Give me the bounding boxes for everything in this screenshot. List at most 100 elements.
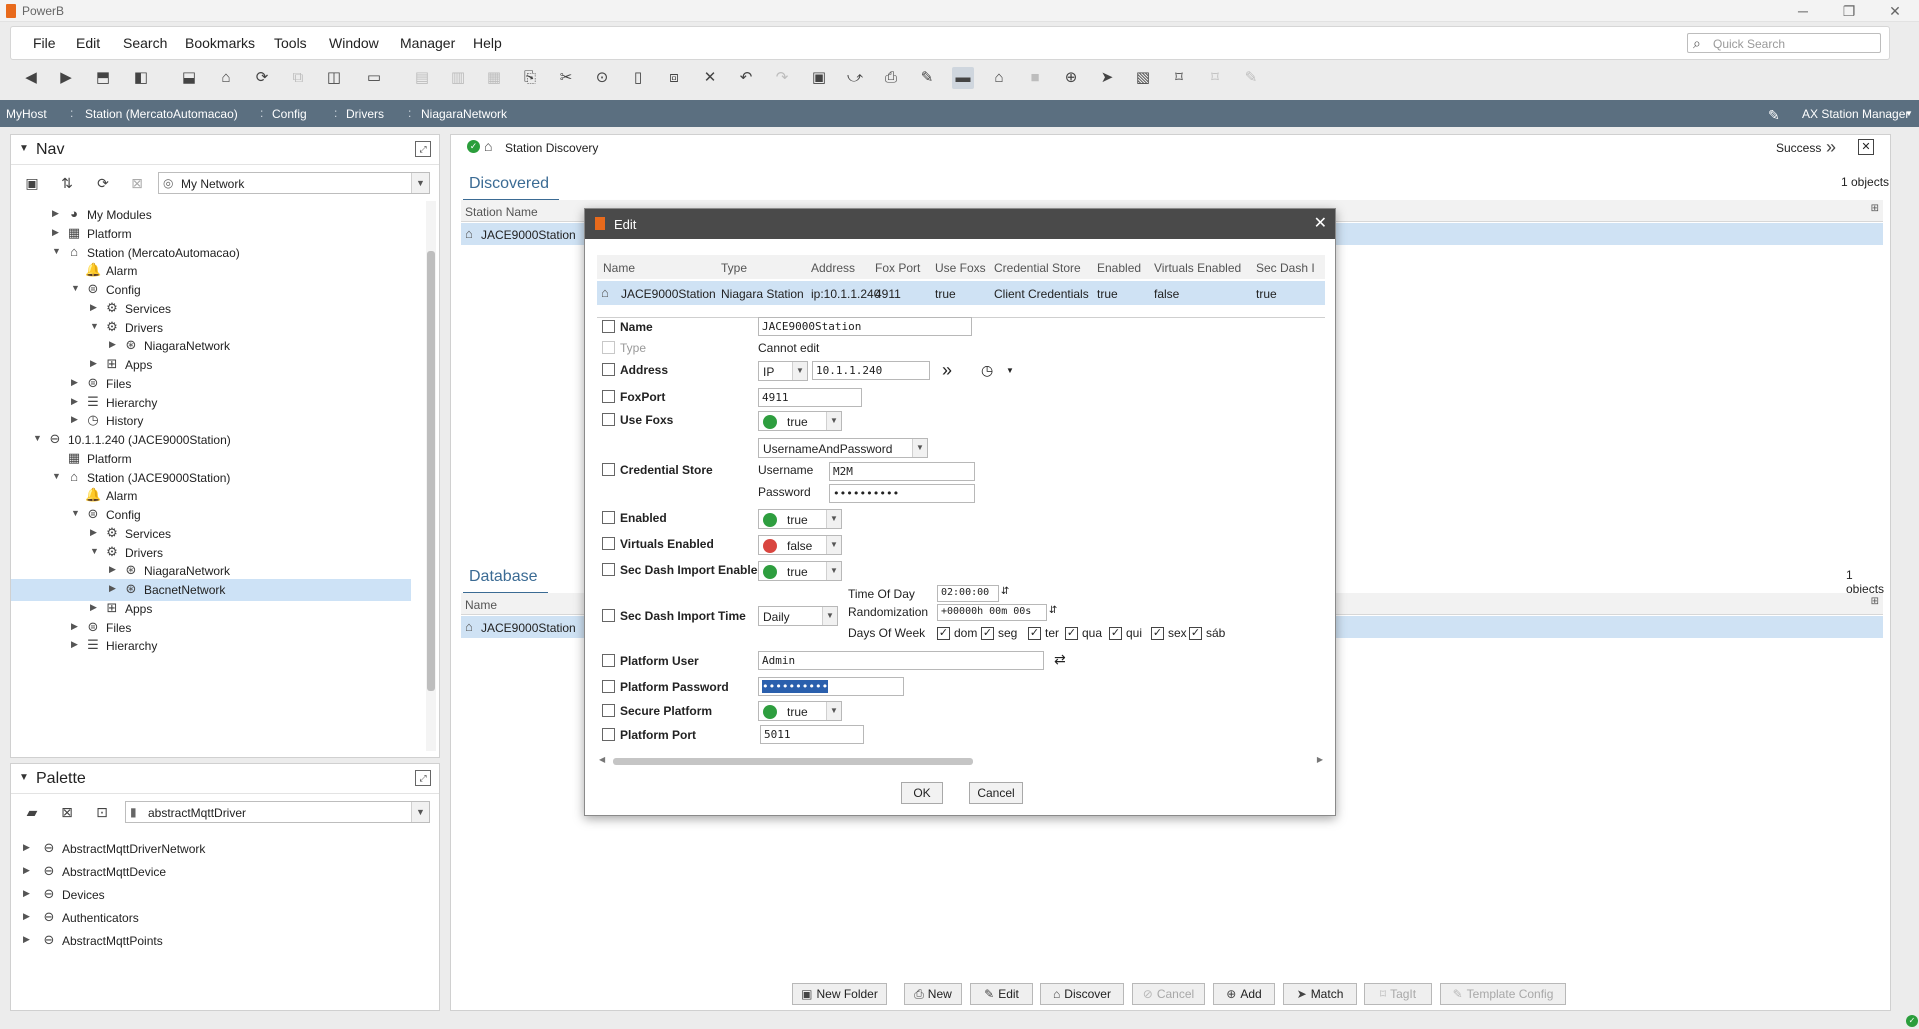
breadcrumb-item-host[interactable]: MyHost (6, 107, 47, 121)
tab-discovered[interactable]: Discovered (463, 169, 560, 201)
close-palette-icon[interactable]: ⊠ (58, 803, 76, 821)
expand-right-icon[interactable]: ▶ (23, 934, 33, 945)
paste-icon[interactable]: ▯ (627, 67, 649, 89)
menu-search[interactable]: Search (123, 35, 167, 51)
day-checkbox[interactable]: ✓ (981, 627, 994, 640)
duplicate-icon[interactable]: ⧈ (663, 67, 685, 89)
menu-help[interactable]: Help (473, 35, 502, 51)
menu-edit[interactable]: Edit (76, 35, 100, 51)
prop-checkbox[interactable] (602, 363, 615, 376)
column-fox-port[interactable]: Fox Port (875, 261, 920, 275)
expand-right-icon[interactable]: ▶ (23, 865, 33, 876)
chevron-down-icon[interactable]: ▼ (1905, 109, 1913, 118)
menu-file[interactable]: File (33, 35, 56, 51)
cancel-button[interactable]: Cancel (969, 782, 1023, 804)
export-icon[interactable]: ⎘ (519, 67, 541, 89)
expand-down-icon[interactable]: ▼ (71, 283, 81, 293)
chevron-down-icon[interactable]: ▼ (1006, 366, 1014, 375)
expand-right-icon[interactable]: ▶ (109, 583, 119, 594)
spinner-icon[interactable]: ⇵ (1049, 605, 1057, 616)
minimize-icon[interactable]: ─ (1788, 2, 1818, 20)
open-icon[interactable]: ▭ (363, 67, 385, 89)
forward-icon[interactable]: ▶ (55, 67, 77, 89)
panel-expand-icon[interactable]: ⤢ (415, 141, 431, 157)
home-icon[interactable]: ⌂ (215, 67, 237, 89)
password-field[interactable]: •••••••••• (829, 484, 975, 503)
prop-checkbox[interactable] (602, 390, 615, 403)
add-circle-icon[interactable]: ⊕ (1060, 67, 1082, 89)
double-chevron-icon[interactable]: » (942, 360, 952, 381)
refresh-page-icon[interactable]: ⬓ (178, 67, 200, 89)
day-checkbox[interactable]: ✓ (1065, 627, 1078, 640)
platform-password-field[interactable]: •••••••••• (758, 677, 904, 696)
secure-platform-select[interactable]: true ▼ (758, 701, 842, 721)
sec-dash-enabled-select[interactable]: true ▼ (758, 561, 842, 581)
column-address[interactable]: Address (811, 261, 855, 275)
expand-right-icon[interactable]: ▶ (71, 639, 81, 650)
nav-scrollbar[interactable] (426, 201, 436, 751)
enabled-select[interactable]: true ▼ (758, 509, 842, 529)
palette-item-abstractmqttdevice[interactable]: ▶ ⊖ AbstractMqttDevice (11, 861, 411, 883)
column-use-foxs[interactable]: Use Foxs (935, 261, 986, 275)
discover-button[interactable]: ⌂ Discover (1040, 983, 1124, 1005)
clock-icon[interactable]: ◷ (981, 362, 993, 379)
close-icon[interactable]: ✕ (1858, 139, 1874, 155)
expand-down-icon[interactable]: ▼ (33, 433, 43, 443)
sync-icon[interactable]: ⇅ (58, 174, 76, 192)
up-level-icon[interactable]: ⬒ (92, 67, 114, 89)
time-of-day-field[interactable]: 02:00:00 (937, 585, 999, 602)
prop-checkbox[interactable] (602, 563, 615, 576)
scroll-right-icon[interactable]: ▶ (1317, 755, 1323, 764)
prop-checkbox[interactable] (602, 413, 615, 426)
match-icon[interactable]: ➤ (1096, 67, 1118, 89)
sec-dash-time-mode-select[interactable]: Daily ▼ (758, 606, 838, 626)
collapse-icon[interactable]: ▼ (19, 772, 29, 783)
breadcrumb-item-station[interactable]: Station (MercatoAutomacao) (85, 107, 238, 121)
maximize-icon[interactable]: ❐ (1834, 2, 1864, 20)
nav-home-icon[interactable]: ▣ (23, 174, 41, 192)
column-sec-dash[interactable]: Sec Dash I (1256, 261, 1315, 275)
palette-item-authenticators[interactable]: ▶ ⊖ Authenticators (11, 907, 411, 929)
expand-right-icon[interactable]: ▶ (90, 302, 100, 313)
day-checkbox[interactable]: ✓ (1189, 627, 1202, 640)
manager-view-icon[interactable]: ▬ (952, 67, 974, 89)
expand-right-icon[interactable]: ▶ (71, 377, 81, 388)
expand-right-icon[interactable]: ▶ (109, 564, 119, 575)
tag-icon[interactable]: ⌑ (1168, 67, 1190, 89)
new-folder-icon[interactable]: ▣ (808, 67, 830, 89)
new-file-icon[interactable]: ⎙ (880, 67, 902, 89)
menu-bookmarks[interactable]: Bookmarks (185, 35, 255, 51)
virtuals-enabled-select[interactable]: false ▼ (758, 535, 842, 555)
link-icon[interactable]: ⤻ (844, 67, 866, 89)
new-button[interactable]: ⎙ New (904, 983, 962, 1005)
name-field[interactable]: JACE9000Station (758, 317, 972, 336)
prop-checkbox[interactable] (602, 463, 615, 476)
day-checkbox[interactable]: ✓ (937, 627, 950, 640)
find-icon[interactable]: ⊡ (93, 803, 111, 821)
column-credential-store[interactable]: Credential Store (994, 261, 1081, 275)
column-virtuals-enabled[interactable]: Virtuals Enabled (1154, 261, 1241, 275)
platform-port-field[interactable]: 5011 (760, 725, 864, 744)
palette-select[interactable]: ▮ abstractMqttDriver ▼ (125, 801, 430, 823)
add-button[interactable]: ⊕ Add (1213, 983, 1275, 1005)
palette-item-abstractmqttpoints[interactable]: ▶ ⊖ AbstractMqttPoints (11, 930, 411, 952)
expand-right-icon[interactable]: ▶ (71, 414, 81, 425)
expand-down-icon[interactable]: ▼ (52, 246, 62, 256)
delete-icon[interactable]: ✕ (699, 67, 721, 89)
view-selector[interactable]: AX Station Manager (1802, 107, 1909, 121)
menu-window[interactable]: Window (329, 35, 379, 51)
open-palette-icon[interactable]: ▰ (23, 803, 41, 821)
close-window-icon[interactable]: ✕ (1880, 2, 1910, 20)
back-icon[interactable]: ◀ (20, 67, 42, 89)
column-type[interactable]: Type (721, 261, 747, 275)
station-icon[interactable]: ⌂ (988, 67, 1010, 89)
edit-button[interactable]: ✎ Edit (970, 983, 1033, 1005)
prop-checkbox[interactable] (602, 511, 615, 524)
prop-checkbox[interactable] (602, 320, 615, 333)
edit-pen-icon[interactable]: ✎ (916, 67, 938, 89)
expand-down-icon[interactable]: ▼ (90, 546, 100, 556)
panel-expand-icon[interactable]: ⤢ (415, 770, 431, 786)
pencil-icon[interactable]: ✎ (1768, 107, 1780, 124)
address-field[interactable]: 10.1.1.240 (812, 361, 930, 380)
dialog-hscrollbar[interactable]: ◀ ▶ (597, 755, 1325, 767)
